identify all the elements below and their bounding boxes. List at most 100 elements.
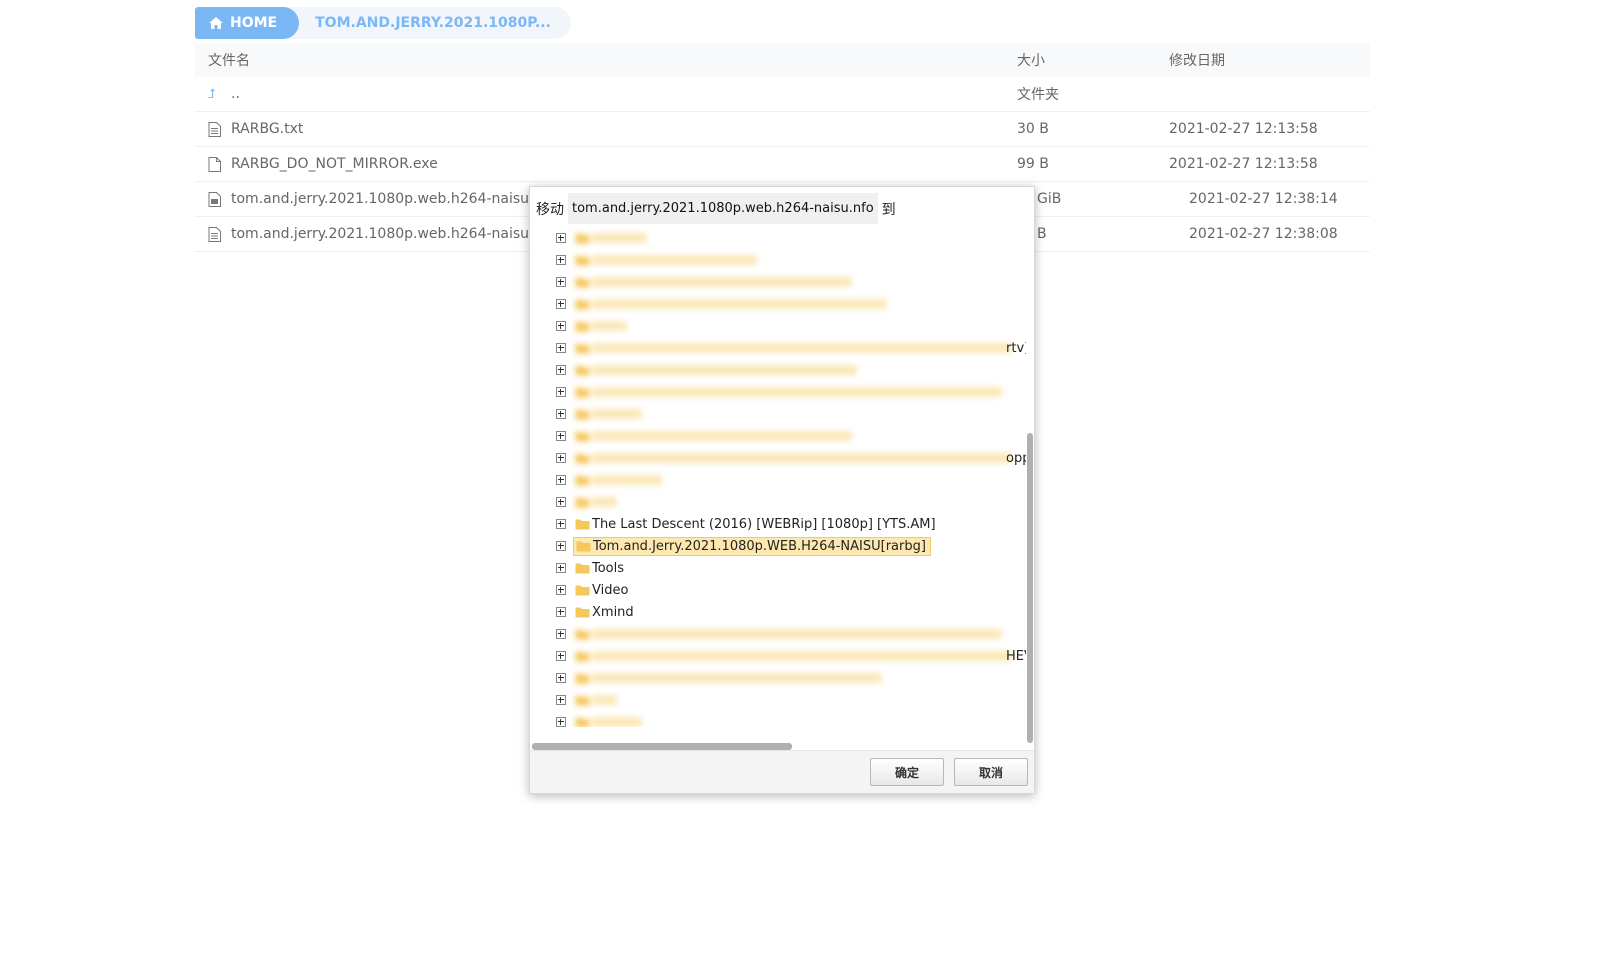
folder-icon bbox=[575, 409, 590, 420]
expand-icon[interactable] bbox=[556, 277, 566, 287]
video-file-icon bbox=[208, 191, 221, 207]
vertical-scrollbar[interactable] bbox=[1027, 433, 1033, 743]
overflow-text: rtv] bbox=[1006, 341, 1026, 356]
tree-node[interactable] bbox=[556, 316, 631, 336]
home-icon bbox=[209, 17, 223, 29]
expand-icon[interactable] bbox=[556, 409, 566, 419]
folder-icon bbox=[576, 541, 591, 552]
tree-node[interactable] bbox=[556, 492, 621, 512]
tree-node[interactable] bbox=[556, 712, 646, 727]
file-date: 2021-02-27 12:13:58 bbox=[1169, 121, 1318, 137]
breadcrumb-home[interactable]: HOME bbox=[195, 7, 300, 39]
column-header-name[interactable]: 文件名 bbox=[195, 50, 1017, 70]
tree-node[interactable] bbox=[556, 338, 1016, 358]
folder-icon bbox=[575, 365, 590, 376]
tree-node[interactable] bbox=[556, 404, 646, 424]
expand-icon[interactable] bbox=[556, 387, 566, 397]
tree-node[interactable] bbox=[556, 624, 1006, 644]
file-date: 2021-02-27 12:38:14 bbox=[1189, 191, 1338, 207]
tree-node-xmind[interactable]: Xmind bbox=[556, 602, 638, 622]
table-header: 文件名 大小 修改日期 bbox=[195, 43, 1370, 77]
expand-icon[interactable] bbox=[556, 431, 566, 441]
breadcrumb: HOME TOM.AND.JERRY.2021.1080P... bbox=[195, 7, 571, 39]
expand-icon[interactable] bbox=[556, 255, 566, 265]
file-size: 文件夹 bbox=[1017, 87, 1059, 103]
folder-icon bbox=[575, 299, 590, 310]
dialog-title: 移动 tom.and.jerry.2021.1080p.web.h264-nai… bbox=[536, 193, 896, 224]
expand-icon[interactable] bbox=[556, 321, 566, 331]
breadcrumb-current-folder[interactable]: TOM.AND.JERRY.2021.1080P... bbox=[281, 7, 571, 39]
folder-icon bbox=[575, 717, 590, 727]
tree-node[interactable] bbox=[556, 382, 1006, 402]
tree-node[interactable] bbox=[556, 250, 761, 270]
expand-icon[interactable] bbox=[556, 629, 566, 639]
tree-node[interactable] bbox=[556, 448, 1016, 468]
expand-icon[interactable] bbox=[556, 233, 566, 243]
folder-icon bbox=[575, 387, 590, 398]
expand-icon[interactable] bbox=[556, 585, 566, 595]
folder-icon bbox=[575, 607, 590, 618]
tree-node[interactable] bbox=[556, 228, 651, 248]
file-name[interactable]: tom.and.jerry.2021.1080p.web.h264-naisu.… bbox=[231, 191, 564, 207]
horizontal-scrollbar[interactable] bbox=[532, 743, 792, 750]
expand-icon[interactable] bbox=[556, 651, 566, 661]
folder-icon bbox=[575, 255, 590, 266]
folder-icon bbox=[575, 277, 590, 288]
breadcrumb-current-label: TOM.AND.JERRY.2021.1080P... bbox=[315, 15, 551, 31]
tree-node[interactable] bbox=[556, 690, 621, 710]
tree-node-tools[interactable]: Tools bbox=[556, 558, 628, 578]
confirm-button[interactable]: 确定 bbox=[870, 758, 944, 786]
tree-node[interactable] bbox=[556, 470, 666, 490]
file-size: 99 B bbox=[1017, 156, 1049, 172]
file-icon bbox=[208, 156, 221, 172]
tree-node[interactable] bbox=[556, 272, 856, 292]
folder-icon bbox=[575, 673, 590, 684]
file-name[interactable]: RARBG.txt bbox=[231, 121, 303, 137]
expand-icon[interactable] bbox=[556, 343, 566, 353]
expand-icon[interactable] bbox=[556, 607, 566, 617]
folder-icon bbox=[575, 585, 590, 596]
expand-icon[interactable] bbox=[556, 717, 566, 727]
tree-node[interactable] bbox=[556, 360, 861, 380]
folder-icon bbox=[575, 497, 590, 508]
file-size: GiB bbox=[1037, 191, 1062, 207]
cancel-button[interactable]: 取消 bbox=[954, 758, 1028, 786]
expand-icon[interactable] bbox=[556, 519, 566, 529]
expand-icon[interactable] bbox=[556, 497, 566, 507]
file-name[interactable]: .. bbox=[231, 86, 240, 102]
folder-icon bbox=[575, 321, 590, 332]
expand-icon[interactable] bbox=[556, 365, 566, 375]
folder-icon bbox=[575, 233, 590, 244]
tree-node[interactable] bbox=[556, 646, 1016, 666]
tree-node-last-descent[interactable]: The Last Descent (2016) [WEBRip] [1080p]… bbox=[556, 514, 940, 534]
table-row[interactable]: RARBG_DO_NOT_MIRROR.exe 99 B 2021-02-27 … bbox=[195, 147, 1370, 182]
tree-node[interactable] bbox=[556, 294, 891, 314]
expand-icon[interactable] bbox=[556, 453, 566, 463]
expand-icon[interactable] bbox=[556, 563, 566, 573]
tree-node[interactable] bbox=[556, 426, 856, 446]
folder-icon bbox=[575, 695, 590, 706]
tree-node-video[interactable]: Video bbox=[556, 580, 632, 600]
expand-icon[interactable] bbox=[556, 541, 566, 551]
breadcrumb-home-label: HOME bbox=[230, 15, 278, 31]
folder-icon bbox=[575, 651, 590, 662]
tree-node-label: Tom.and.Jerry.2021.1080p.WEB.H264-NAISU[… bbox=[593, 538, 926, 554]
expand-icon[interactable] bbox=[556, 299, 566, 309]
table-row-parent[interactable]: ⮥ .. 文件夹 bbox=[195, 77, 1370, 112]
folder-icon bbox=[575, 519, 590, 530]
folder-icon bbox=[575, 343, 590, 354]
overflow-text: opp bbox=[1006, 451, 1026, 466]
file-date: 2021-02-27 12:38:08 bbox=[1189, 226, 1338, 242]
file-name[interactable]: tom.and.jerry.2021.1080p.web.h264-naisu.… bbox=[231, 226, 556, 242]
expand-icon[interactable] bbox=[556, 673, 566, 683]
tree-node-tom-and-jerry[interactable]: Tom.and.Jerry.2021.1080p.WEB.H264-NAISU[… bbox=[556, 536, 931, 556]
tree-node[interactable] bbox=[556, 668, 886, 688]
file-date: 2021-02-27 12:13:58 bbox=[1169, 156, 1318, 172]
file-name[interactable]: RARBG_DO_NOT_MIRROR.exe bbox=[231, 156, 438, 172]
column-header-date[interactable]: 修改日期 bbox=[1169, 50, 1370, 70]
expand-icon[interactable] bbox=[556, 695, 566, 705]
tree-node-label: The Last Descent (2016) [WEBRip] [1080p]… bbox=[592, 516, 936, 532]
expand-icon[interactable] bbox=[556, 475, 566, 485]
column-header-size[interactable]: 大小 bbox=[1017, 50, 1169, 70]
table-row[interactable]: RARBG.txt 30 B 2021-02-27 12:13:58 bbox=[195, 112, 1370, 147]
